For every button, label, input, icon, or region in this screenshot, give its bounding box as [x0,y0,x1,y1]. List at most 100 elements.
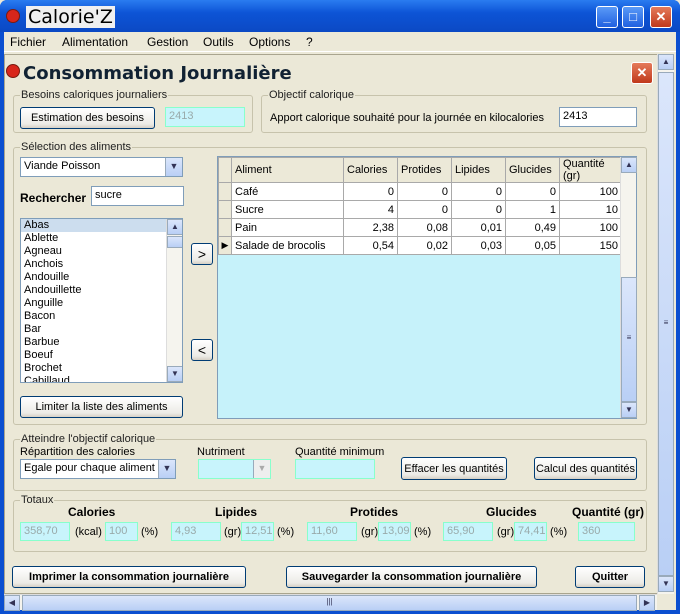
cell-glucides[interactable]: 1 [505,200,560,219]
menu-gestion[interactable]: Gestion [147,35,188,49]
scroll-down-icon[interactable]: ▼ [658,576,674,592]
list-item[interactable]: Barbue [21,336,182,349]
scroll-right-icon[interactable]: ▶ [639,595,655,611]
add-aliment-button[interactable]: > [191,243,213,265]
outer-vscrollbar[interactable]: ▲ ≡ ▼ [657,54,674,594]
cell-protides[interactable]: 0 [397,200,452,219]
scroll-up-icon[interactable]: ▲ [167,219,182,235]
table-row[interactable]: ▶ Salade de brocolis 0,54 0,02 0,03 0,05… [218,236,622,255]
cell-calories[interactable]: 0 [343,182,398,201]
cell-lipides[interactable]: 0,03 [451,236,506,255]
menu-outils[interactable]: Outils [203,35,234,49]
cell-glucides[interactable]: 0,05 [505,236,560,255]
cell-protides[interactable]: 0,08 [397,218,452,237]
effacer-quantites-button[interactable]: Effacer les quantités [401,457,507,480]
cell-quantite[interactable]: 100 [559,182,622,201]
aliments-grid[interactable]: Aliment Calories Protides Lipides Glucid… [217,156,637,419]
glucides-total-label: Glucides [486,505,537,519]
list-item[interactable]: Agneau [21,245,182,258]
glucides-pct-value: 74,41 [514,522,547,541]
cell-calories[interactable]: 0,54 [343,236,398,255]
col-lipides[interactable]: Lipides [451,157,506,183]
scroll-down-icon[interactable]: ▼ [167,366,182,382]
cell-lipides[interactable]: 0 [451,200,506,219]
cell-aliment[interactable]: Café [231,182,344,201]
cell-calories[interactable]: 4 [343,200,398,219]
minimize-button[interactable]: _ [596,6,618,28]
objectif-input[interactable]: 2413 [559,107,637,127]
list-item[interactable]: Boeuf [21,349,182,362]
category-select[interactable]: Viande Poisson ▼ [20,157,183,177]
aliments-list[interactable]: Abas Ablette Agneau Anchois Andouille An… [20,218,183,383]
col-glucides[interactable]: Glucides [505,157,560,183]
col-quantite[interactable]: Quantité (gr) [559,157,622,183]
chevron-down-icon[interactable]: ▼ [158,460,175,478]
list-item[interactable]: Anguille [21,297,182,310]
list-item[interactable]: Andouille [21,271,182,284]
remove-aliment-button[interactable]: < [191,339,213,361]
save-button[interactable]: Sauvegarder la consommation journalière [286,566,537,588]
cell-calories[interactable]: 2,38 [343,218,398,237]
list-scrollbar[interactable]: ▲ ▼ [166,219,182,382]
scroll-thumb[interactable]: ≡ [658,72,674,576]
chevron-down-icon[interactable]: ▼ [165,158,182,176]
cell-protides[interactable]: 0 [397,182,452,201]
table-row[interactable]: Sucre 4 0 0 1 10 [218,200,622,219]
window-tomato-icon [6,64,20,78]
cell-quantite[interactable]: 10 [559,200,622,219]
current-row-arrow-icon[interactable]: ▶ [218,236,232,255]
print-button[interactable]: Imprimer la consommation journalière [12,566,246,588]
close-button[interactable]: ✕ [650,6,672,28]
menu-help[interactable]: ? [306,35,313,49]
menu-fichier[interactable]: Fichier [10,35,46,49]
cell-aliment[interactable]: Salade de brocolis [231,236,344,255]
scroll-thumb[interactable] [167,236,182,248]
scroll-thumb[interactable]: ||| [22,595,637,611]
limit-list-button[interactable]: Limiter la liste des aliments [20,396,183,418]
scroll-thumb[interactable]: ≡ [621,277,637,402]
col-calories[interactable]: Calories [343,157,398,183]
cell-glucides[interactable]: 0 [505,182,560,201]
list-item[interactable]: Andouillette [21,284,182,297]
list-item[interactable]: Bar [21,323,182,336]
calcul-quantites-button[interactable]: Calcul des quantités [534,457,637,480]
grid-scrollbar[interactable]: ▲ ≡ ▼ [620,157,637,418]
menu-alimentation[interactable]: Alimentation [62,35,128,49]
quit-button[interactable]: Quitter [575,566,645,588]
list-item[interactable]: Bacon [21,310,182,323]
app-title: Calorie'Z [26,6,115,28]
col-protides[interactable]: Protides [397,157,452,183]
cell-quantite[interactable]: 100 [559,218,622,237]
scroll-left-icon[interactable]: ◀ [4,595,20,611]
window-close-button[interactable]: ✕ [631,62,653,84]
row-header[interactable] [218,218,232,237]
cell-protides[interactable]: 0,02 [397,236,452,255]
repartition-select[interactable]: Egale pour chaque aliment ▼ [20,459,176,479]
scroll-down-icon[interactable]: ▼ [621,402,637,418]
row-header[interactable] [218,182,232,201]
table-row[interactable]: Café 0 0 0 0 100 [218,182,622,201]
search-input[interactable]: sucre [91,186,184,206]
cell-lipides[interactable]: 0,01 [451,218,506,237]
list-item[interactable]: Abas [21,219,182,232]
maximize-button[interactable]: □ [622,6,644,28]
list-item[interactable]: Cabillaud [21,375,182,382]
list-item[interactable]: Brochet [21,362,182,375]
scroll-up-icon[interactable]: ▲ [621,157,637,173]
list-item[interactable]: Anchois [21,258,182,271]
title-bar[interactable]: Calorie'Z _ □ ✕ [0,0,680,32]
cell-quantite[interactable]: 150 [559,236,622,255]
atteindre-group-label: Atteindre l'objectif calorique [20,433,157,445]
cell-glucides[interactable]: 0,49 [505,218,560,237]
cell-aliment[interactable]: Sucre [231,200,344,219]
outer-hscrollbar[interactable]: ◀ ||| ▶ [4,594,657,611]
cell-aliment[interactable]: Pain [231,218,344,237]
table-row[interactable]: Pain 2,38 0,08 0,01 0,49 100 [218,218,622,237]
estimation-button[interactable]: Estimation des besoins [20,107,155,129]
cell-lipides[interactable]: 0 [451,182,506,201]
list-item[interactable]: Ablette [21,232,182,245]
scroll-up-icon[interactable]: ▲ [658,54,674,70]
col-aliment[interactable]: Aliment [231,157,344,183]
menu-options[interactable]: Options [249,35,290,49]
row-header[interactable] [218,200,232,219]
